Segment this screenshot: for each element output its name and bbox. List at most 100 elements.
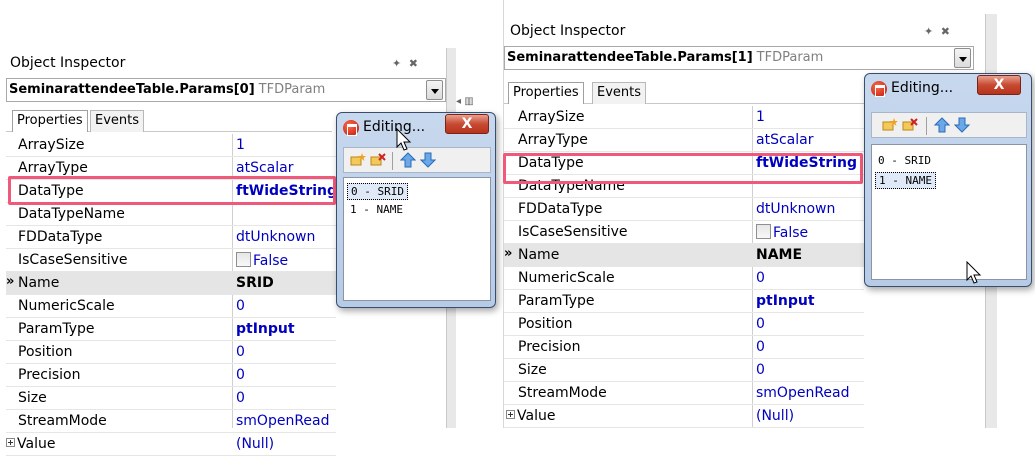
move-down-icon[interactable]: [420, 152, 436, 168]
property-row[interactable]: StreamMode smOpenRead: [504, 382, 864, 405]
mouse-cursor-icon: [396, 128, 412, 151]
property-row-selected[interactable]: » Name SRID: [6, 272, 336, 295]
app-icon: [343, 120, 359, 136]
property-value[interactable]: 1: [236, 137, 245, 153]
property-row[interactable]: IsCaseSensitive False: [504, 221, 864, 244]
move-up-icon[interactable]: [400, 152, 416, 168]
inspector-title: Object Inspector: [10, 55, 126, 71]
property-row[interactable]: IsCaseSensitive False: [6, 249, 336, 272]
chevron-down-icon[interactable]: [426, 80, 443, 100]
component-selector[interactable]: SeminarattendeeTable.Params[0] TFDParam: [6, 78, 446, 102]
property-row[interactable]: Value (Null): [504, 405, 864, 428]
close-button[interactable]: X: [977, 75, 1021, 95]
property-value[interactable]: (Null): [236, 436, 274, 452]
component-name: SeminarattendeeTable.Params[0]: [9, 82, 255, 97]
property-value[interactable]: SRID: [236, 275, 274, 291]
property-row[interactable]: Precision 0: [504, 336, 864, 359]
property-name: Precision: [518, 339, 581, 355]
pin-close-icons[interactable]: ✦ ✖: [392, 57, 420, 70]
property-name: ParamType: [518, 293, 595, 309]
add-item-icon[interactable]: [882, 117, 898, 133]
checkbox-value[interactable]: False: [236, 252, 288, 269]
editor-toolbar: [871, 112, 1027, 138]
property-name: NumericScale: [518, 270, 615, 286]
list-item[interactable]: 0 - SRID: [875, 153, 934, 168]
property-value[interactable]: dtUnknown: [756, 201, 835, 217]
selected-row-marker: »: [6, 274, 15, 289]
property-value[interactable]: 0: [756, 316, 765, 332]
property-row[interactable]: NumericScale 0: [504, 267, 864, 290]
tab-events[interactable]: Events: [90, 110, 145, 132]
property-row[interactable]: Size 0: [6, 387, 336, 410]
tab-properties[interactable]: Properties: [508, 82, 584, 104]
move-up-icon[interactable]: [934, 117, 950, 133]
checkbox[interactable]: [756, 224, 771, 239]
close-button[interactable]: X: [445, 114, 489, 134]
property-name: IsCaseSensitive: [18, 252, 128, 268]
property-value[interactable]: 0: [236, 390, 245, 406]
property-value[interactable]: 0: [756, 270, 765, 286]
property-value: False: [773, 225, 809, 241]
property-value[interactable]: ptInput: [756, 293, 815, 309]
checkbox-value[interactable]: False: [756, 224, 808, 241]
property-value[interactable]: 0: [236, 344, 245, 360]
datatype-highlight: [503, 153, 863, 184]
component-type: TFDParam: [258, 82, 326, 97]
property-value[interactable]: NAME: [756, 247, 802, 263]
checkbox[interactable]: [236, 252, 251, 267]
chevron-down-icon[interactable]: [954, 48, 971, 68]
property-row[interactable]: StreamMode smOpenRead: [6, 410, 336, 433]
property-name: Size: [518, 362, 547, 378]
property-name: ArraySize: [518, 109, 585, 125]
expand-icon[interactable]: [506, 410, 515, 419]
pin-close-icons[interactable]: ✦ ✖: [924, 25, 952, 38]
property-value[interactable]: smOpenRead: [756, 385, 850, 401]
property-row[interactable]: Position 0: [6, 341, 336, 364]
datatype-highlight: [8, 176, 336, 205]
property-row[interactable]: FDDataType dtUnknown: [6, 226, 336, 249]
property-value[interactable]: 0: [236, 367, 245, 383]
tab-events[interactable]: Events: [592, 82, 647, 104]
property-row[interactable]: DataTypeName: [6, 203, 336, 226]
delete-item-icon[interactable]: [370, 152, 386, 168]
tab-properties[interactable]: Properties: [12, 110, 88, 132]
property-value[interactable]: smOpenRead: [236, 413, 330, 429]
component-selector[interactable]: SeminarattendeeTable.Params[1] TFDParam: [504, 46, 974, 70]
delete-item-icon[interactable]: [902, 117, 918, 133]
property-row[interactable]: Size 0: [504, 359, 864, 382]
property-row[interactable]: FDDataType dtUnknown: [504, 198, 864, 221]
property-row-selected[interactable]: » Name NAME: [504, 244, 864, 267]
mouse-cursor-icon: [966, 261, 982, 284]
move-down-icon[interactable]: [954, 117, 970, 133]
right-collection-editor: Editing... X 0 - SRID 1 - NAME: [864, 73, 1032, 287]
list-item[interactable]: 1 - NAME: [347, 202, 406, 217]
property-row[interactable]: ArraySize 1: [504, 106, 864, 129]
property-name: Size: [18, 390, 47, 406]
property-value[interactable]: 0: [756, 339, 765, 355]
expand-icon[interactable]: [6, 438, 15, 447]
list-item[interactable]: 1 - NAME: [875, 172, 936, 189]
property-value[interactable]: ptInput: [236, 321, 295, 337]
add-item-icon[interactable]: [350, 152, 366, 168]
property-name: Precision: [18, 367, 81, 383]
property-name: Name: [518, 247, 560, 263]
splitter-icon[interactable]: ◂ ▥: [456, 96, 492, 110]
property-row[interactable]: Position 0: [504, 313, 864, 336]
property-value[interactable]: dtUnknown: [236, 229, 315, 245]
property-row[interactable]: Value (Null): [6, 433, 336, 456]
property-value[interactable]: 0: [756, 362, 765, 378]
property-row[interactable]: NumericScale 0: [6, 295, 336, 318]
property-value[interactable]: (Null): [756, 408, 794, 424]
property-row[interactable]: ArraySize 1: [6, 134, 336, 157]
property-value[interactable]: atScalar: [236, 160, 293, 176]
property-value[interactable]: 0: [236, 298, 245, 314]
property-row[interactable]: ArrayType atScalar: [504, 129, 864, 152]
property-row[interactable]: ParamType ptInput: [6, 318, 336, 341]
tab-bar: Properties Events: [504, 80, 864, 104]
property-value[interactable]: 1: [756, 109, 765, 125]
property-row[interactable]: Precision 0: [6, 364, 336, 387]
property-value[interactable]: atScalar: [756, 132, 813, 148]
list-item[interactable]: 0 - SRID: [347, 183, 408, 200]
property-name: DataTypeName: [18, 206, 125, 222]
property-row[interactable]: ParamType ptInput: [504, 290, 864, 313]
